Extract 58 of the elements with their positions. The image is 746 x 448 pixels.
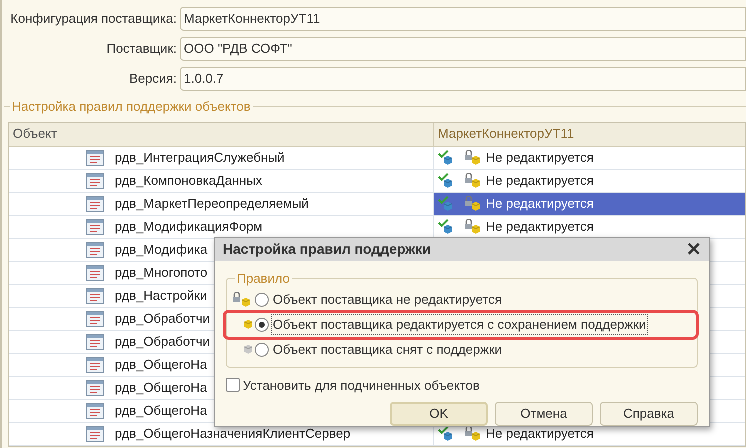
document-icon xyxy=(86,380,104,396)
document-icon xyxy=(86,288,104,304)
lock-cube-icon xyxy=(231,292,253,308)
table-cell-text: рдв_ИнтеграцияСлужебный xyxy=(115,148,285,167)
table-cell-text: Не редактируется xyxy=(486,194,594,213)
radio-button[interactable] xyxy=(255,318,269,332)
close-icon[interactable] xyxy=(687,242,701,256)
table-row[interactable]: рдв_ИнтеграцияСлужебный Не редактируется xyxy=(9,146,745,170)
checkbox-label[interactable]: Установить для подчиненных объектов xyxy=(243,376,480,395)
table-cell-text: Не редактируется xyxy=(486,172,594,190)
table-cell-text: рдв_ОбщегоНа xyxy=(115,402,208,420)
cube-icon xyxy=(244,319,253,330)
column-header: Объект xyxy=(9,122,434,146)
table-cell-text: рдв_Обработчи xyxy=(115,310,210,328)
table-cell-text: рдв_ОбщегоНа xyxy=(115,356,208,374)
radio-button[interactable] xyxy=(255,342,269,356)
table-cell-text: Не редактируется xyxy=(486,148,594,167)
document-icon xyxy=(86,356,104,372)
table-cell-text: рдв_Настройки xyxy=(115,286,208,305)
table-row[interactable]: рдв_МаркетПереопределяемый Не редактируется xyxy=(9,192,745,216)
document-icon xyxy=(86,264,104,280)
text-field[interactable]: МаркетКоннекторУТ11 xyxy=(180,7,746,31)
document-icon xyxy=(86,172,104,188)
document-icon xyxy=(86,334,104,350)
table-cell-text: рдв_Модифика xyxy=(115,240,208,259)
table-cell-text: рдв_МаркетПереопределяемый xyxy=(115,194,309,213)
document-icon xyxy=(86,426,104,442)
dialog-button[interactable]: Справка xyxy=(600,402,698,426)
radio-label[interactable]: Объект поставщика снят с поддержки xyxy=(271,340,504,360)
table-cell-text: Не редактируется xyxy=(486,424,594,443)
radio-label[interactable]: Объект поставщика редактируется с сохранением поддержки xyxy=(271,314,648,336)
document-icon xyxy=(86,242,104,258)
dialog-button[interactable]: Отмена xyxy=(495,402,593,426)
column-header: МаркетКоннекторУТ11 xyxy=(437,125,574,144)
table-cell-text: рдв_Обработчи xyxy=(115,332,210,351)
dialog-title: Настройка правил поддержки xyxy=(223,240,432,259)
table-cell-text: рдв_МодификацияФорм xyxy=(115,218,263,236)
text-field[interactable]: ООО "РДВ СОФТ" xyxy=(180,37,746,61)
group-title: Настройка правил поддержки объектов xyxy=(11,98,252,116)
field-label: Версия: xyxy=(128,70,178,88)
field-label: Конфигурация поставщика: xyxy=(10,10,178,28)
table-cell-text: рдв_ОбщегоНазначенияКлиентСервер xyxy=(115,424,351,443)
document-icon xyxy=(86,310,104,326)
document-icon xyxy=(86,196,104,212)
table-cell-text: рдв_КомпоновкаДанных xyxy=(115,172,262,190)
document-icon xyxy=(86,150,104,166)
table-cell-text: Не редактируется xyxy=(486,218,594,236)
radio-label[interactable]: Объект поставщика не редактируется xyxy=(271,290,504,310)
checkbox[interactable] xyxy=(226,378,240,392)
text-field[interactable]: 1.0.0.7 xyxy=(180,67,746,91)
document-icon xyxy=(86,402,104,418)
cube-icon xyxy=(244,344,253,355)
document-icon xyxy=(86,218,104,234)
table-cell-text: рдв_Многопото xyxy=(115,264,208,282)
field-label: Поставщик: xyxy=(106,40,178,58)
dialog-button[interactable]: OK xyxy=(390,402,488,426)
radio-button[interactable] xyxy=(255,292,269,306)
table-cell-text: рдв_ОбщегоНа xyxy=(115,378,208,397)
